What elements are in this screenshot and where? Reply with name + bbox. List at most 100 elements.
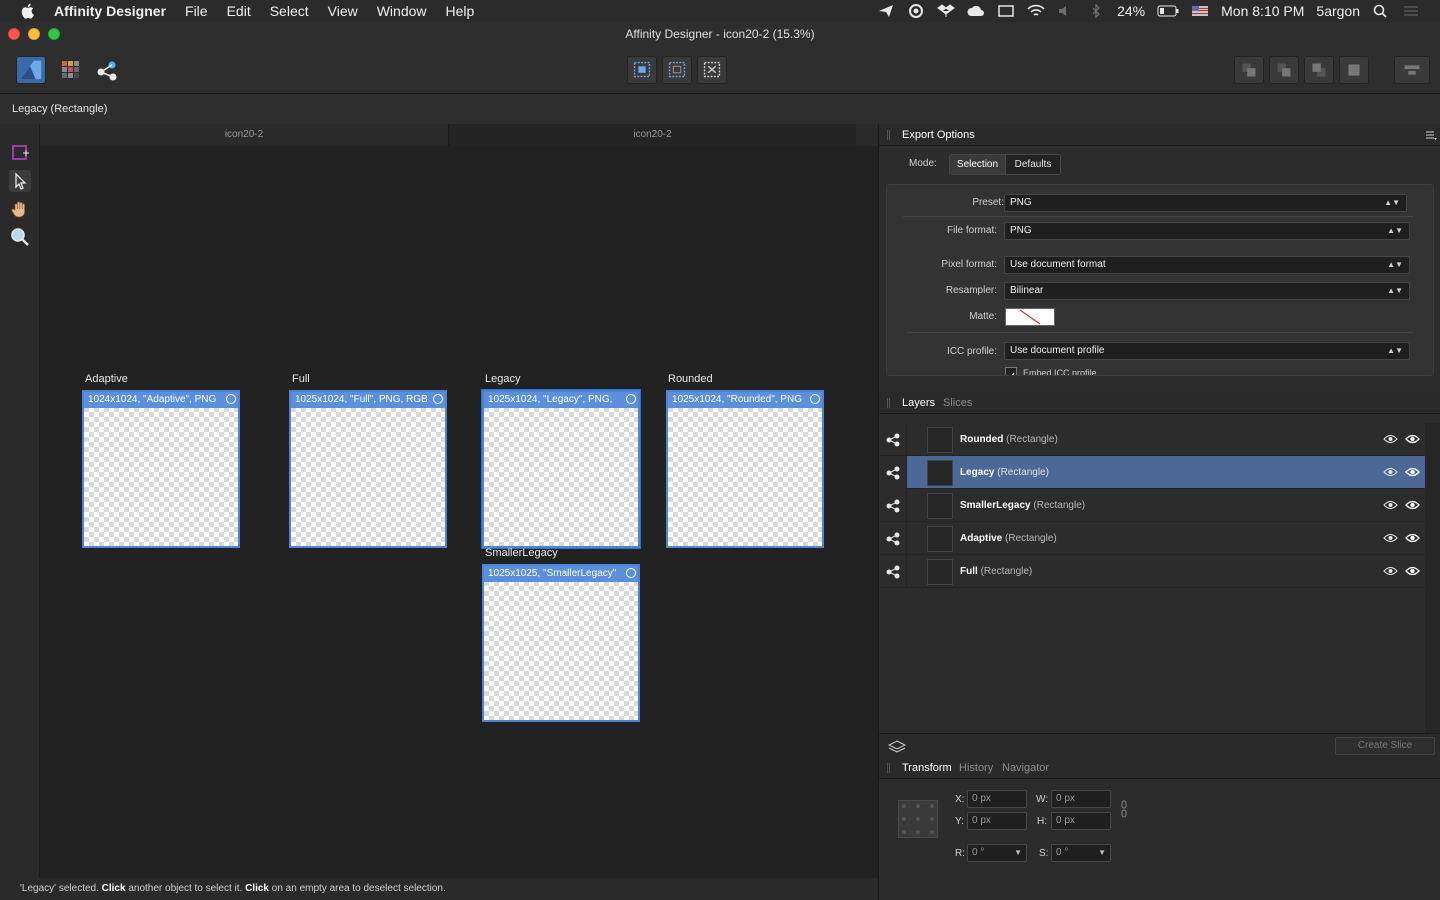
tab-history[interactable]: History [959,757,993,779]
visibility-eye-icon[interactable] [1405,533,1420,543]
zoom-window-button[interactable] [48,28,60,40]
menu-edit[interactable]: Edit [227,3,251,19]
artboard-smallerlegacy[interactable]: 1025x1025, "SmallerLegacy" [482,564,640,722]
slice-settings-icon[interactable] [433,394,443,404]
artboard-legacy[interactable]: 1025x1024, "Legacy", PNG, [482,390,640,548]
eye-outline-icon[interactable] [1383,500,1398,510]
arrange-forward-button[interactable] [1304,56,1334,84]
arrange-backward-button[interactable] [1269,56,1299,84]
layer-export-toggle[interactable] [879,522,907,555]
shear-field[interactable]: 0 ° ▼ [1051,844,1111,862]
file-format-select[interactable]: PNG ▲▼ [1004,222,1410,240]
us-flag-icon[interactable] [1191,4,1209,18]
slice-settings-icon[interactable] [810,394,820,404]
eye-outline-icon[interactable] [1383,467,1398,477]
hand-tool[interactable] [9,198,31,220]
layers-scrollbar[interactable] [1425,423,1440,733]
export-persona-button[interactable] [92,56,122,84]
visibility-eye-icon[interactable] [1405,434,1420,444]
canvas[interactable]: Adaptive 1024x1024, "Adaptive", PNG Full… [40,146,878,878]
create-slice-button[interactable]: Create Slice [1335,737,1435,755]
menu-file[interactable]: File [185,3,208,19]
close-window-button[interactable] [8,28,20,40]
send-icon[interactable] [877,4,895,18]
tab-slices[interactable]: Slices [943,392,972,414]
rotation-field[interactable]: 0 ° ▼ [967,844,1027,862]
zoom-tool[interactable] [9,226,31,248]
w-field[interactable]: 0 px [1051,790,1111,808]
export-slices-button[interactable] [697,56,727,84]
cloud-upload-icon[interactable] [967,4,985,18]
artboard-full[interactable]: 1025x1024, "Full", PNG, RGB [289,390,447,548]
document-tab[interactable]: icon20-2 [40,124,448,146]
preset-select[interactable]: PNG ▲▼ [1004,194,1407,212]
x-field[interactable]: 0 px [967,790,1027,808]
visibility-eye-icon[interactable] [1405,500,1420,510]
app-name-menu[interactable]: Affinity Designer [54,3,166,19]
eye-outline-icon[interactable] [1383,566,1398,576]
layer-export-toggle[interactable] [879,555,907,588]
layer-export-toggle[interactable] [879,489,907,522]
bluetooth-icon[interactable] [1087,4,1105,18]
notification-center-icon[interactable] [1402,4,1420,18]
layer-row-full[interactable]: Full (Rectangle) [879,555,1425,588]
tab-layers[interactable]: Layers [902,392,935,414]
link-chain-icon[interactable] [1119,800,1129,818]
wifi-icon[interactable] [1027,4,1045,18]
panel-grip-icon[interactable] [887,130,890,140]
pixel-persona-button[interactable] [56,56,86,84]
matte-color-swatch[interactable] [1005,308,1055,326]
anchor-point-selector[interactable] [898,800,938,838]
panel-menu-icon[interactable] [1425,129,1437,141]
menu-help[interactable]: Help [446,3,475,19]
visibility-eye-icon[interactable] [1405,566,1420,576]
artboard-rounded[interactable]: 1025x1024, "Rounded", PNG [666,390,824,548]
deselect-slices-button[interactable] [662,56,692,84]
icc-profile-select[interactable]: Use document profile ▲▼ [1004,342,1410,360]
slice-tool[interactable] [9,142,31,164]
slice-settings-icon[interactable] [226,394,236,404]
panel-grip-icon[interactable] [887,398,890,408]
layer-row-adaptive[interactable]: Adaptive (Rectangle) [879,522,1425,555]
mode-defaults-button[interactable]: Defaults [1004,155,1060,174]
pixel-format-select[interactable]: Use document format ▲▼ [1004,256,1410,274]
menu-select[interactable]: Select [270,3,309,19]
tab-navigator[interactable]: Navigator [1002,757,1049,779]
apple-icon[interactable] [18,2,38,20]
menubar-user[interactable]: 5argon [1316,3,1360,19]
resampler-select[interactable]: Bilinear ▲▼ [1004,282,1410,300]
embed-icc-checkbox[interactable] [1005,367,1017,375]
menubar-clock[interactable]: Mon 8:10 PM [1221,3,1304,19]
eye-outline-icon[interactable] [1383,434,1398,444]
creative-cloud-icon[interactable] [907,4,925,18]
menu-window[interactable]: Window [377,3,427,19]
tab-export-options[interactable]: Export Options [902,124,975,146]
tab-transform[interactable]: Transform [902,757,952,779]
slice-settings-icon[interactable] [626,394,636,404]
artboard-adaptive[interactable]: 1024x1024, "Adaptive", PNG [82,390,240,548]
document-tab-active[interactable]: icon20-2 [448,124,856,146]
eye-outline-icon[interactable] [1383,533,1398,543]
slice-selection-tool[interactable] [9,170,31,192]
display-icon[interactable] [997,4,1015,18]
layers-stack-icon[interactable] [888,740,906,754]
align-button[interactable] [1394,56,1430,84]
slice-settings-icon[interactable] [626,568,636,578]
select-all-slices-button[interactable] [627,56,657,84]
battery-icon[interactable] [1157,4,1179,18]
spotlight-search-icon[interactable] [1372,4,1390,18]
y-field[interactable]: 0 px [967,812,1027,830]
h-field[interactable]: 0 px [1051,812,1111,830]
mode-selection-button[interactable]: Selection [950,155,1005,174]
designer-persona-button[interactable] [16,56,46,84]
minimize-window-button[interactable] [28,28,40,40]
layer-export-toggle[interactable] [879,423,907,456]
volume-icon[interactable] [1057,4,1075,18]
dropbox-icon[interactable] [937,4,955,18]
layer-export-toggle[interactable] [879,456,907,489]
menu-view[interactable]: View [328,3,358,19]
arrange-back-button[interactable] [1234,56,1264,84]
visibility-eye-icon[interactable] [1405,467,1420,477]
layer-row-legacy[interactable]: Legacy (Rectangle) [879,456,1425,489]
layer-row-smallerlegacy[interactable]: SmallerLegacy (Rectangle) [879,489,1425,522]
